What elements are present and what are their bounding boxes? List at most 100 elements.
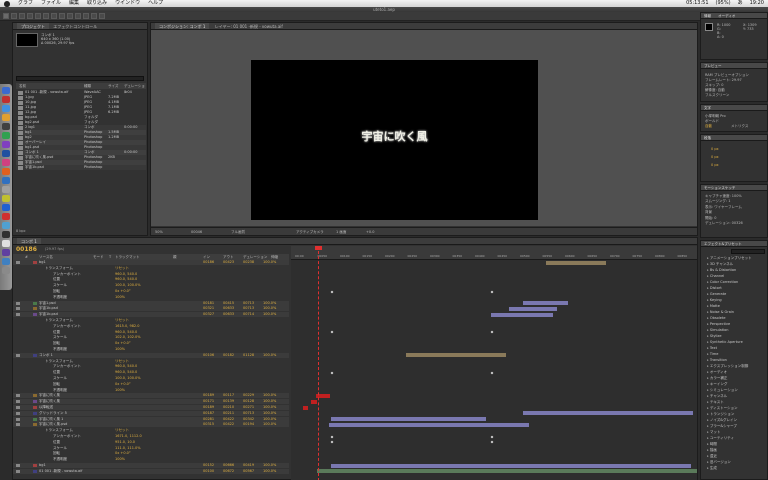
layer-duration-bar[interactable]	[311, 399, 317, 404]
layer-row[interactable]: コンポ 1 00106 00182 01128 100.0%	[13, 352, 289, 358]
keyframe-marker[interactable]	[490, 330, 494, 334]
indent-value[interactable]: 0 px	[711, 147, 719, 151]
finder-icon[interactable]	[2, 87, 10, 94]
layer-time-value[interactable]: 00713	[243, 411, 254, 416]
layer-row[interactable]: 宇宙に吹く風 00171 00139 00128 100.0%	[13, 399, 289, 405]
pan-behind-tool-icon[interactable]	[43, 13, 49, 19]
layer-time-value[interactable]: 00211	[223, 411, 234, 416]
layer-time-value[interactable]: 00423	[223, 260, 234, 265]
property-value[interactable]: 960.0, 540.0	[115, 370, 137, 375]
effect-category[interactable]: 生成	[707, 466, 717, 471]
layer-time-value[interactable]: 01128	[243, 353, 254, 358]
kerning-value[interactable]: メトリクス	[731, 124, 748, 128]
motion-sketch-header[interactable]: モーションスケッチ	[701, 185, 767, 191]
camera-dropdown[interactable]: アクティブカメラ	[296, 228, 324, 236]
property-row[interactable]: 回転 0x +0.0°	[13, 289, 289, 294]
effect-category[interactable]: 描画	[707, 448, 717, 453]
visibility-eye-icon[interactable]	[16, 423, 20, 427]
layer-time-value[interactable]: 00106	[203, 353, 214, 358]
col-type[interactable]: 種類	[84, 83, 91, 89]
effect-category[interactable]: Time	[707, 352, 719, 357]
label-color-icon[interactable]	[33, 353, 37, 357]
label-color-icon[interactable]	[33, 394, 37, 398]
layer-time-value[interactable]: 00139	[223, 399, 234, 404]
property-row[interactable]: 位置 960.0, 540.0	[13, 277, 289, 282]
layer-time-value[interactable]: 00187	[203, 411, 214, 416]
layer-duration-bar[interactable]	[406, 353, 506, 358]
visibility-eye-icon[interactable]	[16, 464, 20, 467]
layer-time-value[interactable]: 100.0%	[263, 422, 276, 427]
app-icon-9[interactable]	[2, 168, 10, 175]
layer-time-value[interactable]: 00419	[243, 463, 254, 468]
layer-row[interactable]: グリッドライン 5 00187 00211 00713 100.0%	[13, 410, 289, 416]
show-wireframe-checkbox[interactable]: 表示: ワイヤーフレーム	[705, 205, 742, 209]
effect-category[interactable]: Channel	[707, 274, 724, 279]
zoom-tool-icon[interactable]	[19, 13, 25, 19]
effect-category[interactable]: マット	[707, 430, 721, 435]
app-icon-10[interactable]	[2, 177, 10, 184]
layer-time-value[interactable]: 00713	[243, 306, 254, 311]
layer-time-value[interactable]: 100.0%	[263, 399, 276, 404]
layer-time-value[interactable]: 100.0%	[263, 417, 276, 422]
layer-time-value[interactable]: 00210	[223, 405, 234, 410]
bpc-indicator[interactable]: 8 bpc	[16, 229, 26, 233]
layer-time-value[interactable]: 00189	[203, 405, 214, 410]
menu-edit[interactable]: 編集	[69, 0, 79, 7]
playhead-handle[interactable]	[315, 246, 322, 250]
effect-category[interactable]: シミュレーション	[707, 388, 738, 393]
property-row[interactable]: スケール 100.0, 100.0%	[13, 283, 289, 288]
effect-category[interactable]: エクスプレッション制御	[707, 364, 748, 369]
app-icon-6[interactable]	[2, 141, 10, 148]
effect-category[interactable]: テキスト	[707, 400, 724, 405]
property-row[interactable]: アンカーポイント 1615.0, 982.0	[13, 324, 289, 329]
layer-duration-bar[interactable]	[303, 405, 308, 410]
menu-window[interactable]: ウインドウ	[115, 0, 140, 7]
effect-category[interactable]: ユーティリティ	[707, 436, 734, 441]
app-icon-2[interactable]	[2, 105, 10, 112]
layer-time-value[interactable]: 100.0%	[263, 260, 276, 265]
visibility-eye-icon[interactable]	[16, 469, 20, 473]
font-family-dropdown[interactable]: 小塚明朝 Pro	[705, 114, 726, 118]
effect-category[interactable]: 時間	[707, 442, 717, 447]
effect-category[interactable]: Transition	[707, 358, 727, 363]
visibility-eye-icon[interactable]	[16, 307, 20, 311]
layer-row[interactable]: 宇宙に吹く風 1 00281 00422 00342 100.0%	[13, 416, 289, 422]
keyframe-marker[interactable]	[330, 371, 334, 375]
font-style-dropdown[interactable]: ボールド	[705, 119, 719, 123]
effect-category[interactable]: ディストーション	[707, 406, 738, 411]
text-tool-icon[interactable]	[67, 13, 73, 19]
effect-category[interactable]: Bs & Distortion	[707, 268, 736, 273]
selection-tool-icon[interactable]	[3, 13, 9, 19]
visibility-eye-icon[interactable]	[16, 261, 20, 264]
indent-value[interactable]: 0 px	[711, 155, 719, 159]
property-value[interactable]: 1615.0, 982.0	[115, 324, 140, 329]
layer-time-value[interactable]: 00327	[203, 312, 214, 317]
layer-time-value[interactable]: 00422	[223, 417, 234, 422]
layer-time-value[interactable]: 00181	[203, 301, 214, 306]
keyframe-marker[interactable]	[330, 290, 334, 293]
layer-time-value[interactable]: 00713	[243, 301, 254, 306]
time-ruler[interactable]: 00:00 00050 00100 00150 00200 00250 00300 00350…	[291, 246, 697, 260]
layer-duration-bar[interactable]	[331, 463, 691, 468]
layer-time-value[interactable]: 00171	[203, 399, 214, 404]
layer-time-value[interactable]: 00666	[223, 463, 234, 468]
layer-time-value[interactable]: 00128	[243, 399, 254, 404]
col-size[interactable]: サイズ	[108, 83, 118, 89]
hand-tool-icon[interactable]	[11, 13, 17, 19]
character-header[interactable]: 文字	[701, 105, 767, 111]
layer-duration-bar[interactable]	[523, 301, 568, 306]
apple-icon[interactable]	[4, 0, 10, 7]
property-row[interactable]: 不透明度 100%	[13, 295, 289, 300]
preview-header[interactable]: プレビュー	[701, 63, 767, 69]
property-value[interactable]: 100%	[115, 457, 125, 462]
layer-row[interactable]: 宇宙1.psd 00181 00415 00713 100.0%	[13, 300, 289, 306]
layer-time-value[interactable]: 00100	[203, 469, 214, 474]
label-color-icon[interactable]	[33, 423, 37, 427]
layer-duration-bar[interactable]	[329, 422, 529, 427]
layer-time-value[interactable]: 00281	[203, 417, 214, 422]
menu-file[interactable]: ファイル	[41, 0, 61, 7]
effect-category[interactable]: Distort	[707, 286, 722, 291]
layer-time-value[interactable]: 00182	[223, 353, 234, 358]
timeline-tracks[interactable]	[291, 260, 697, 480]
app-icon-15[interactable]	[2, 222, 10, 229]
